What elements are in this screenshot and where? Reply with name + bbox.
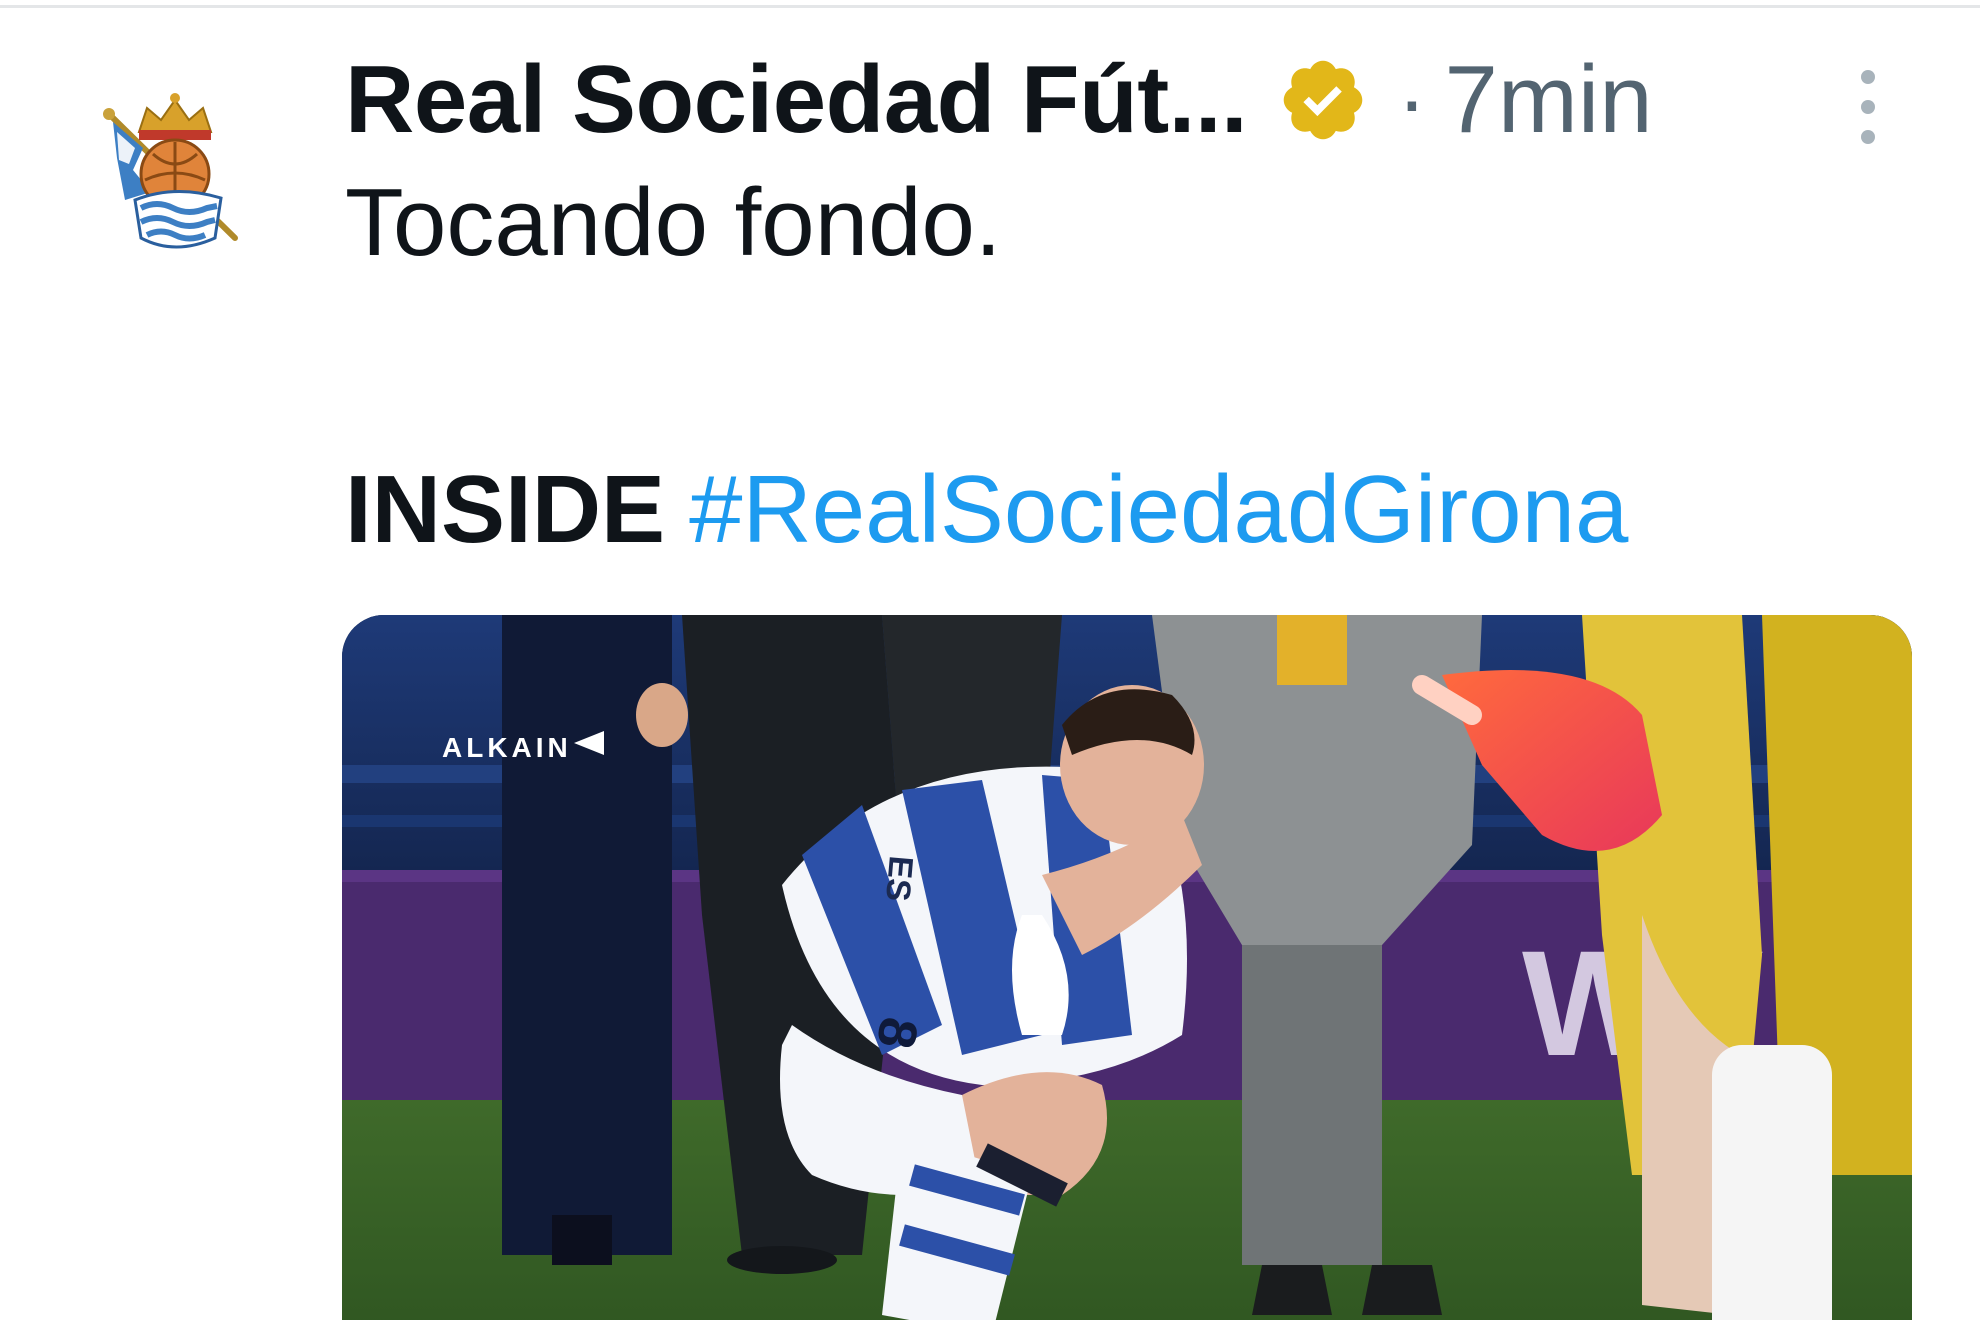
tweet-page: Real Sociedad Fút... · 7min Tocando fond… bbox=[0, 0, 1980, 1320]
timestamp[interactable]: 7min bbox=[1445, 45, 1653, 155]
tweet-text: Tocando fondo. bbox=[345, 169, 1002, 276]
display-name[interactable]: Real Sociedad Fút... bbox=[345, 45, 1248, 155]
more-dot bbox=[1861, 100, 1875, 114]
time-separator: · bbox=[1397, 50, 1427, 149]
media-watermark: ALKAIN bbox=[442, 732, 572, 763]
inside-label: INSIDE bbox=[345, 456, 666, 563]
tweet-text-line2: INSIDE #RealSociedadGirona bbox=[345, 455, 1628, 565]
more-dot bbox=[1861, 130, 1875, 144]
match-photo: WV bbox=[342, 615, 1912, 1320]
hashtag-link[interactable]: #RealSociedadGirona bbox=[689, 456, 1628, 563]
more-dot bbox=[1861, 70, 1875, 84]
verified-badge-icon[interactable] bbox=[1277, 54, 1369, 146]
real-sociedad-crest-icon bbox=[103, 93, 238, 249]
tweet-header: Real Sociedad Fút... · 7min bbox=[345, 40, 1905, 160]
more-vertical-icon[interactable] bbox=[1853, 70, 1883, 144]
shirt-name: ES bbox=[878, 854, 920, 902]
avatar[interactable] bbox=[95, 88, 255, 258]
tweet-media[interactable]: WV bbox=[342, 615, 1912, 1320]
divider bbox=[0, 5, 1980, 8]
